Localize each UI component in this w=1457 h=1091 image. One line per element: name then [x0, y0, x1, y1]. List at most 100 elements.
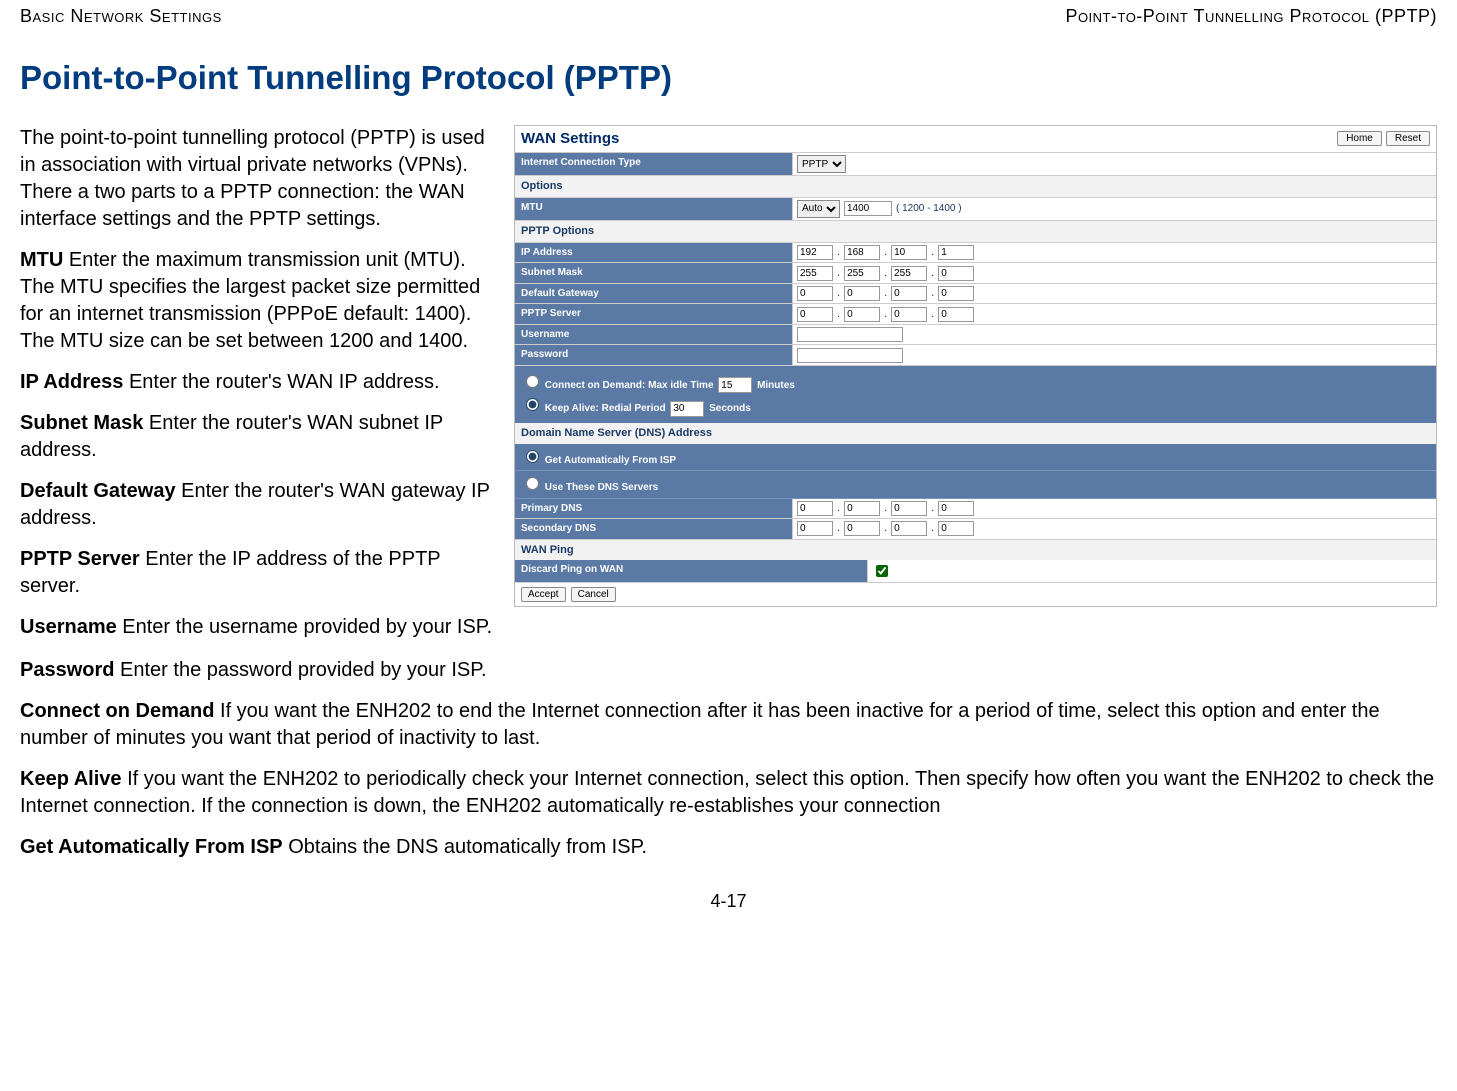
sdns-oct2[interactable]: [844, 521, 880, 536]
sdns-row: Secondary DNS . . .: [515, 519, 1436, 540]
page-number: 4-17: [20, 889, 1437, 913]
un-label: Username: [20, 616, 117, 638]
pdns-row: Primary DNS . . .: [515, 499, 1436, 520]
psrv-row-label: PPTP Server: [515, 304, 793, 324]
page-title: Point-to-Point Tunnelling Protocol (PPTP…: [20, 56, 1437, 101]
password-desc: Password Enter the password provided by …: [20, 657, 1437, 684]
panel-title: WAN Settings: [521, 129, 619, 149]
dns-use-row[interactable]: Use These DNS Servers: [515, 471, 1436, 499]
ip-text: Enter the router's WAN IP address.: [123, 371, 439, 393]
sdns-oct1[interactable]: [797, 521, 833, 536]
ict-select[interactable]: PPTP: [797, 155, 846, 173]
pdns-oct2[interactable]: [844, 501, 880, 516]
accept-button[interactable]: Accept: [521, 587, 566, 602]
pw-text: Enter the password provided by your ISP.: [114, 659, 486, 681]
mtu-range: ( 1200 - 1400 ): [896, 202, 962, 216]
ka-option[interactable]: Keep Alive: Redial Period Seconds: [521, 395, 1430, 417]
cod-option[interactable]: Connect on Demand: Max idle Time Minutes: [521, 372, 1430, 394]
panel-titlebar: WAN Settings Home Reset: [515, 126, 1436, 153]
pass-row-label: Password: [515, 345, 793, 365]
discard-label: Discard Ping on WAN: [515, 560, 868, 582]
mtu-mode-select[interactable]: Auto: [797, 200, 840, 218]
sdns-row-label: Secondary DNS: [515, 519, 793, 539]
ip-oct3[interactable]: [891, 245, 927, 260]
dns-header: Domain Name Server (DNS) Address: [515, 423, 1436, 444]
cod-label: Connect on Demand: [20, 700, 214, 722]
wan-settings-screenshot: WAN Settings Home Reset Internet Connect…: [514, 125, 1437, 608]
pdns-oct4[interactable]: [938, 501, 974, 516]
sm-oct3[interactable]: [891, 266, 927, 281]
sm-label: Subnet Mask: [20, 412, 143, 434]
sm-row: Subnet Mask . . .: [515, 263, 1436, 284]
username-input[interactable]: [797, 327, 903, 342]
user-row: Username: [515, 325, 1436, 346]
header-left: Basic Network Settings: [20, 4, 222, 28]
header-right: Point-to-Point Tunnelling Protocol (PPTP…: [1065, 4, 1437, 28]
ga-label: Get Automatically From ISP: [20, 836, 283, 858]
user-row-label: Username: [515, 325, 793, 345]
psrv-oct3[interactable]: [891, 307, 927, 322]
conn-options: Connect on Demand: Max idle Time Minutes…: [515, 366, 1436, 423]
sm-oct4[interactable]: [938, 266, 974, 281]
mtu-row: MTU Auto ( 1200 - 1400 ): [515, 198, 1436, 221]
cod-input[interactable]: [718, 377, 752, 393]
discard-checkbox[interactable]: [876, 565, 888, 577]
dg-row-label: Default Gateway: [515, 284, 793, 304]
dns-use-radio[interactable]: [526, 477, 539, 490]
cod-desc: Connect on Demand If you want the ENH202…: [20, 698, 1437, 752]
pdns-oct3[interactable]: [891, 501, 927, 516]
ka-input[interactable]: [670, 401, 704, 417]
sm-oct1[interactable]: [797, 266, 833, 281]
dg-oct1[interactable]: [797, 286, 833, 301]
dg-label: Default Gateway: [20, 480, 176, 502]
un-text: Enter the username provided by your ISP.: [117, 616, 492, 638]
ps-desc: PPTP Server Enter the IP address of the …: [20, 546, 500, 600]
options-label: Options: [515, 176, 1436, 198]
cancel-button[interactable]: Cancel: [571, 587, 616, 602]
mtu-input[interactable]: [844, 201, 892, 216]
psrv-oct4[interactable]: [938, 307, 974, 322]
ip-oct2[interactable]: [844, 245, 880, 260]
sdns-oct3[interactable]: [891, 521, 927, 536]
page-header: Basic Network Settings Point-to-Point Tu…: [20, 4, 1437, 28]
cod-radio[interactable]: [526, 375, 539, 388]
dg-row: Default Gateway . . .: [515, 284, 1436, 305]
home-button[interactable]: Home: [1337, 131, 1382, 146]
sm-row-label: Subnet Mask: [515, 263, 793, 283]
ka-radio[interactable]: [526, 398, 539, 411]
un-desc: Username Enter the username provided by …: [20, 614, 500, 641]
ka-label: Keep Alive: [20, 768, 122, 790]
pdns-oct1[interactable]: [797, 501, 833, 516]
ip-row-label: IP Address: [515, 243, 793, 263]
reset-button[interactable]: Reset: [1386, 131, 1430, 146]
ip-oct4[interactable]: [938, 245, 974, 260]
pdns-row-label: Primary DNS: [515, 499, 793, 519]
dg-desc: Default Gateway Enter the router's WAN g…: [20, 478, 500, 532]
psrv-row: PPTP Server . . .: [515, 304, 1436, 325]
ip-desc: IP Address Enter the router's WAN IP add…: [20, 369, 500, 396]
wanping-header: WAN Ping: [515, 540, 1436, 561]
ka-desc: Keep Alive If you want the ENH202 to per…: [20, 766, 1437, 820]
cod-text: If you want the ENH202 to end the Intern…: [20, 700, 1380, 749]
ps-label: PPTP Server: [20, 548, 140, 570]
dg-oct4[interactable]: [938, 286, 974, 301]
mtu-text: Enter the maximum transmission unit (MTU…: [20, 249, 480, 352]
sdns-oct4[interactable]: [938, 521, 974, 536]
mtu-row-label: MTU: [515, 198, 793, 220]
button-row: Accept Cancel: [515, 583, 1436, 606]
dns-auto-row[interactable]: Get Automatically From ISP: [515, 444, 1436, 472]
mtu-desc: MTU Enter the maximum transmission unit …: [20, 247, 500, 355]
ip-label: IP Address: [20, 371, 123, 393]
password-input[interactable]: [797, 348, 903, 363]
dns-auto-radio[interactable]: [526, 450, 539, 463]
ip-oct1[interactable]: [797, 245, 833, 260]
ip-row: IP Address . . .: [515, 243, 1436, 264]
psrv-oct1[interactable]: [797, 307, 833, 322]
dg-oct2[interactable]: [844, 286, 880, 301]
ict-label: Internet Connection Type: [515, 153, 793, 175]
ga-text: Obtains the DNS automatically from ISP.: [283, 836, 647, 858]
sm-oct2[interactable]: [844, 266, 880, 281]
psrv-oct2[interactable]: [844, 307, 880, 322]
mtu-label: MTU: [20, 249, 63, 271]
dg-oct3[interactable]: [891, 286, 927, 301]
